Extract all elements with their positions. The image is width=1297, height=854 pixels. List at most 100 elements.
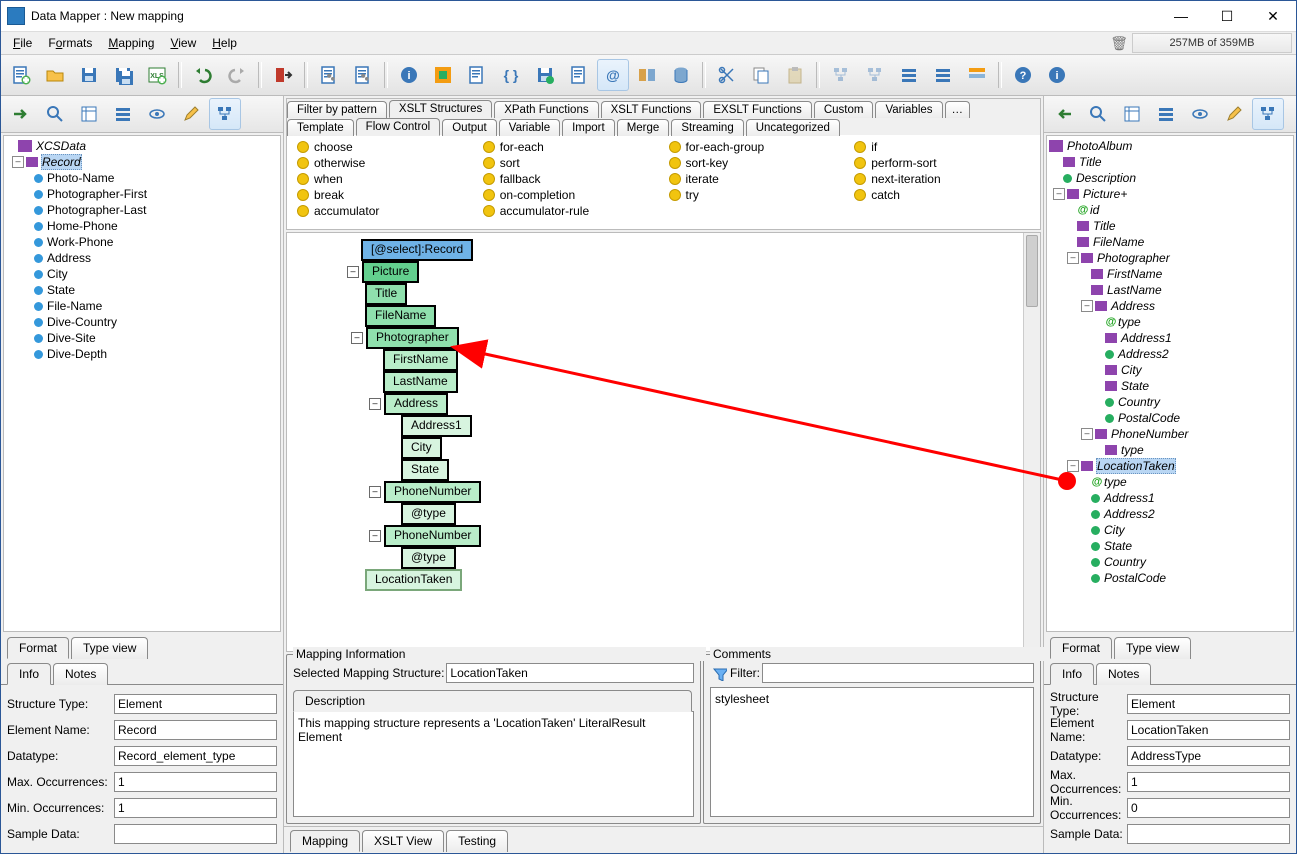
tab-notes[interactable]: Notes bbox=[1096, 663, 1151, 685]
tree-item[interactable]: State bbox=[46, 283, 76, 297]
tgt-max-occ[interactable] bbox=[1127, 772, 1290, 792]
function-item[interactable]: accumulator-rule bbox=[483, 203, 659, 219]
doc2-button[interactable] bbox=[563, 59, 595, 91]
tree-item[interactable]: Photographer-First bbox=[46, 187, 148, 201]
target-location-taken[interactable]: LocationTaken bbox=[1096, 458, 1176, 474]
map-node[interactable]: @type bbox=[401, 503, 456, 525]
src-list-button[interactable] bbox=[107, 98, 139, 130]
code-button[interactable] bbox=[495, 59, 527, 91]
tree-item[interactable]: Dive-Country bbox=[46, 315, 118, 329]
tab-format[interactable]: Format bbox=[1050, 637, 1112, 659]
minimize-button[interactable]: — bbox=[1158, 1, 1204, 31]
src-min-occ[interactable] bbox=[114, 798, 277, 818]
map-node[interactable]: PhoneNumber bbox=[384, 481, 481, 503]
tab-description[interactable]: Description bbox=[293, 690, 692, 712]
target-tree[interactable]: PhotoAlbum Title Description –Picture+ @… bbox=[1047, 136, 1293, 592]
src-eye-button[interactable] bbox=[141, 98, 173, 130]
map-node[interactable]: Title bbox=[365, 283, 407, 305]
export-xls-button[interactable] bbox=[141, 59, 173, 91]
layout-button[interactable] bbox=[631, 59, 663, 91]
tab-type-view[interactable]: Type view bbox=[71, 637, 148, 659]
function-item[interactable]: catch bbox=[854, 187, 1030, 203]
src-datatype[interactable] bbox=[114, 746, 277, 766]
category-tab[interactable]: Streaming bbox=[671, 119, 743, 136]
tab-notes[interactable]: Notes bbox=[53, 663, 108, 685]
more-tabs[interactable]: … bbox=[945, 101, 971, 118]
maximize-button[interactable]: ☐ bbox=[1204, 1, 1250, 31]
menu-formats[interactable]: Formats bbox=[40, 34, 100, 52]
exit-button[interactable] bbox=[267, 59, 299, 91]
function-item[interactable]: iterate bbox=[669, 171, 845, 187]
map-node[interactable]: Address bbox=[384, 393, 448, 415]
function-item[interactable]: next-iteration bbox=[854, 171, 1030, 187]
tree-item[interactable]: Dive-Site bbox=[46, 331, 97, 345]
highlight-button[interactable] bbox=[427, 59, 459, 91]
tree-item[interactable]: File-Name bbox=[46, 299, 103, 313]
funnel-icon[interactable] bbox=[710, 664, 728, 682]
comments-filter-input[interactable] bbox=[762, 663, 1034, 683]
category-tab[interactable]: Flow Control bbox=[356, 118, 441, 136]
view-tab[interactable]: Testing bbox=[446, 830, 508, 852]
new-button[interactable] bbox=[5, 59, 37, 91]
function-item[interactable]: break bbox=[297, 187, 473, 203]
tree-item[interactable]: Work-Phone bbox=[46, 235, 114, 249]
src-find-button[interactable] bbox=[39, 98, 71, 130]
tgt-min-occ[interactable] bbox=[1127, 798, 1290, 818]
src-note-button[interactable] bbox=[73, 98, 105, 130]
unmap-button[interactable] bbox=[859, 59, 891, 91]
list2-button[interactable] bbox=[927, 59, 959, 91]
category-tab[interactable]: EXSLT Functions bbox=[703, 101, 811, 118]
function-item[interactable]: on-completion bbox=[483, 187, 659, 203]
map-node-root[interactable]: [@select]:Record bbox=[361, 239, 473, 261]
map-node[interactable]: LastName bbox=[383, 371, 458, 393]
list3-button[interactable] bbox=[961, 59, 993, 91]
map-node[interactable]: @type bbox=[401, 547, 456, 569]
redo-button[interactable] bbox=[221, 59, 253, 91]
config2-button[interactable] bbox=[347, 59, 379, 91]
category-tab[interactable]: Variable bbox=[499, 119, 560, 136]
tgt-datatype[interactable] bbox=[1127, 746, 1290, 766]
view-tab[interactable]: Mapping bbox=[290, 830, 360, 852]
src-import-button[interactable] bbox=[5, 98, 37, 130]
category-tab[interactable]: Template bbox=[287, 119, 354, 136]
list1-button[interactable] bbox=[893, 59, 925, 91]
function-item[interactable]: try bbox=[669, 187, 845, 203]
tgt-element-name[interactable] bbox=[1127, 720, 1290, 740]
info-panel-button[interactable] bbox=[393, 59, 425, 91]
close-button[interactable]: ✕ bbox=[1250, 1, 1296, 31]
view-tab[interactable]: XSLT View bbox=[362, 830, 444, 852]
tree-root[interactable]: XCSData bbox=[35, 139, 87, 153]
src-structure-type[interactable] bbox=[114, 694, 277, 714]
map-node-picture[interactable]: Picture bbox=[362, 261, 419, 283]
tree-item[interactable]: Home-Phone bbox=[46, 219, 119, 233]
function-item[interactable]: accumulator bbox=[297, 203, 473, 219]
function-item[interactable]: for-each-group bbox=[669, 139, 845, 155]
tree-item[interactable]: Address bbox=[46, 251, 92, 265]
about-button[interactable] bbox=[1041, 59, 1073, 91]
function-item[interactable]: choose bbox=[297, 139, 473, 155]
category-tab[interactable]: Custom bbox=[814, 101, 874, 118]
map-node[interactable]: State bbox=[401, 459, 449, 481]
src-max-occ[interactable] bbox=[114, 772, 277, 792]
save-run-button[interactable] bbox=[529, 59, 561, 91]
tab-info[interactable]: Info bbox=[7, 663, 51, 685]
tree-item[interactable]: Photographer-Last bbox=[46, 203, 147, 217]
map-node[interactable]: PhoneNumber bbox=[384, 525, 481, 547]
function-item[interactable]: sort-key bbox=[669, 155, 845, 171]
function-item[interactable]: when bbox=[297, 171, 473, 187]
category-tab[interactable]: Merge bbox=[617, 119, 670, 136]
function-item[interactable]: if bbox=[854, 139, 1030, 155]
open-button[interactable] bbox=[39, 59, 71, 91]
tab-type-view[interactable]: Type view bbox=[1114, 637, 1191, 659]
tab-format[interactable]: Format bbox=[7, 637, 69, 659]
category-tab[interactable]: Uncategorized bbox=[746, 119, 840, 136]
tgt-list-button[interactable] bbox=[1150, 98, 1182, 130]
source-tree[interactable]: XCSData –Record Photo-NamePhotographer-F… bbox=[4, 136, 280, 368]
src-sample[interactable] bbox=[114, 824, 277, 844]
tgt-structure-type[interactable] bbox=[1127, 694, 1290, 714]
tgt-export-button[interactable] bbox=[1048, 98, 1080, 130]
database-button[interactable] bbox=[665, 59, 697, 91]
menu-mapping[interactable]: Mapping bbox=[100, 34, 162, 52]
category-tab[interactable]: XSLT Functions bbox=[601, 101, 702, 118]
map-node[interactable]: FileName bbox=[365, 305, 436, 327]
